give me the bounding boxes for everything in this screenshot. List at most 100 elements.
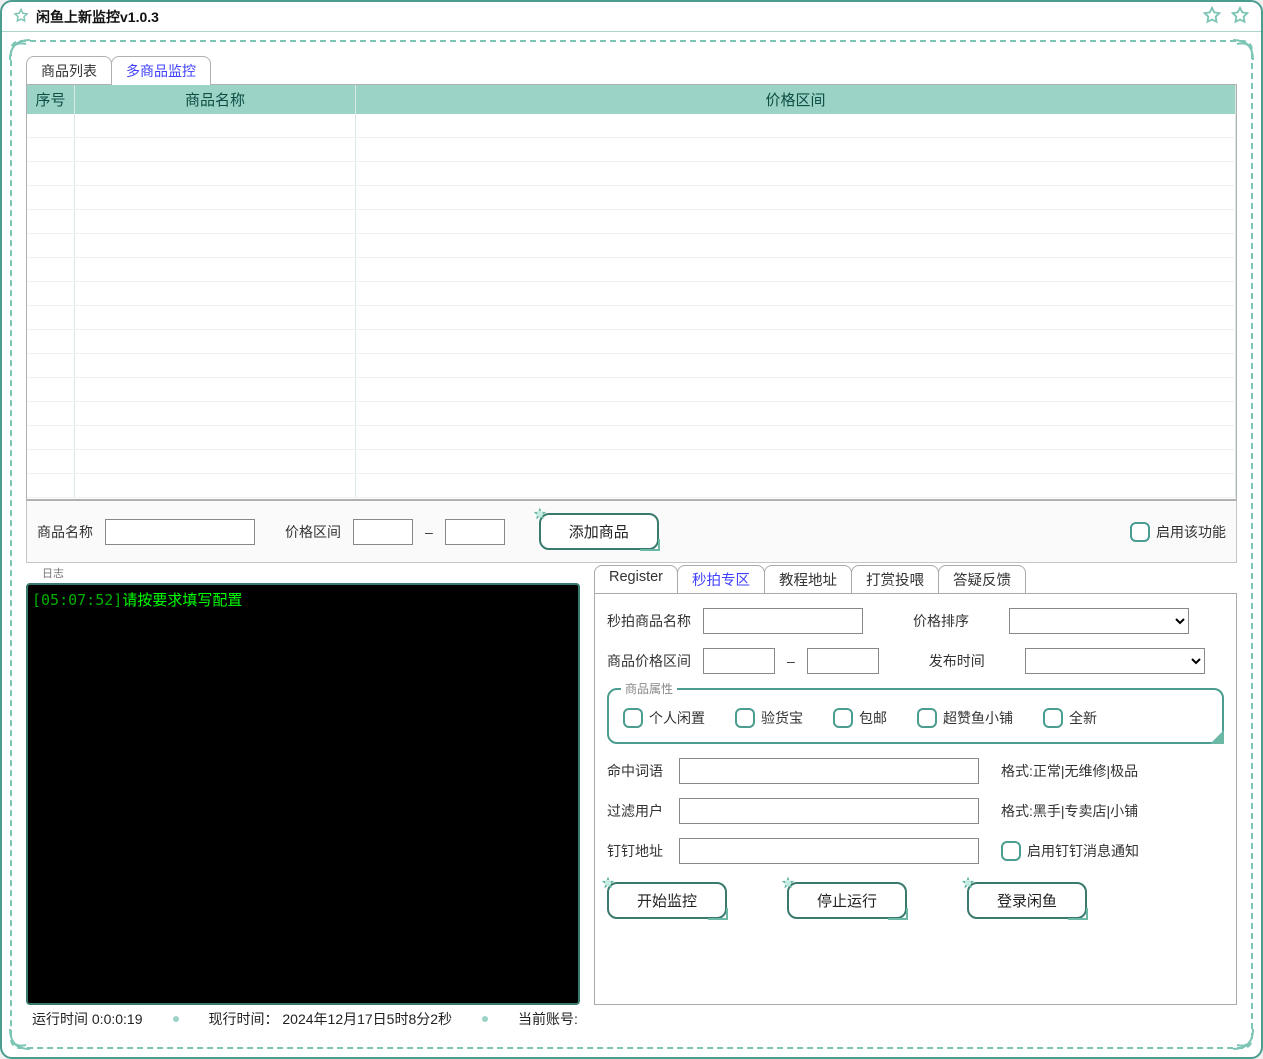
bottom-area: 日志 [05:07:52]请按要求填写配置 Register秒拍专区教程地址打赏… (26, 565, 1237, 1005)
sub-tab-2[interactable]: 教程地址 (764, 565, 852, 593)
table-row[interactable] (27, 186, 1236, 210)
table-row[interactable] (27, 234, 1236, 258)
runtime: 运行时间 0:0:0:19 (32, 1009, 143, 1029)
table-row[interactable] (27, 378, 1236, 402)
log-panel: 日志 [05:07:52]请按要求填写配置 (26, 565, 580, 1005)
sub-tab-4[interactable]: 答疑反馈 (938, 565, 1026, 593)
snap-price-min-input[interactable] (703, 648, 775, 674)
sub-tab-3[interactable]: 打赏投喂 (851, 565, 939, 593)
table-row[interactable] (27, 306, 1236, 330)
form-row-name: 秒拍商品名称 价格排序 (607, 608, 1224, 634)
filter-option-3[interactable]: 超赞鱼小铺 (917, 708, 1013, 728)
table-row[interactable] (27, 450, 1236, 474)
minimize-icon[interactable] (1201, 6, 1223, 28)
form-row-blocked: 过滤用户 格式:黑手|专卖店|小铺 (607, 798, 1224, 824)
table-row[interactable] (27, 426, 1236, 450)
form-row-dingding: 钉钉地址 启用钉钉消息通知 (607, 838, 1224, 864)
window-controls (1201, 6, 1251, 28)
add-bar: 商品名称 价格区间 – 添加商品 启用该功能 (26, 500, 1237, 563)
table-row[interactable] (27, 210, 1236, 234)
start-monitor-button[interactable]: 开始监控 (607, 882, 727, 919)
col-price[interactable]: 价格区间 (356, 85, 1236, 114)
table-row[interactable] (27, 330, 1236, 354)
product-table: 序号 商品名称 价格区间 (26, 84, 1237, 500)
now-value: 2024年12月17日5时8分2秒 (282, 1011, 452, 1027)
table-row[interactable] (27, 474, 1236, 498)
action-buttons: 开始监控 停止运行 登录闲鱼 (607, 882, 1224, 919)
checkbox-icon (917, 708, 937, 728)
log-section-label: 日志 (42, 565, 580, 581)
price-label: 价格区间 (285, 522, 341, 542)
table-row[interactable] (27, 162, 1236, 186)
table-row[interactable] (27, 402, 1236, 426)
col-index[interactable]: 序号 (27, 85, 75, 114)
product-name-input[interactable] (105, 519, 255, 545)
window-title: 闲鱼上新监控v1.0.3 (36, 7, 1201, 27)
form-row-price: 商品价格区间 – 发布时间 (607, 648, 1224, 674)
table-row[interactable] (27, 354, 1236, 378)
login-button[interactable]: 登录闲鱼 (967, 882, 1087, 919)
snap-price-label: 商品价格区间 (607, 651, 691, 671)
dingding-enable-label: 启用钉钉消息通知 (1027, 841, 1139, 861)
snap-name-label: 秒拍商品名称 (607, 611, 691, 631)
filter-option-1[interactable]: 验货宝 (735, 708, 803, 728)
enable-label: 启用该功能 (1156, 522, 1226, 542)
stop-button[interactable]: 停止运行 (787, 882, 907, 919)
filter-label: 包邮 (859, 708, 887, 728)
price-min-input[interactable] (353, 519, 413, 545)
checkbox-icon (1043, 708, 1063, 728)
table-body[interactable] (27, 114, 1236, 499)
price-max-input[interactable] (445, 519, 505, 545)
sub-tab-1[interactable]: 秒拍专区 (677, 565, 765, 593)
filter-option-0[interactable]: 个人闲置 (623, 708, 705, 728)
tab-0[interactable]: 商品列表 (26, 56, 112, 85)
col-name[interactable]: 商品名称 (75, 85, 356, 114)
blocked-input[interactable] (679, 798, 979, 824)
separator-icon (173, 1016, 179, 1022)
runtime-value: 0:0:0:19 (92, 1011, 143, 1027)
checkbox-icon (833, 708, 853, 728)
add-product-button[interactable]: 添加商品 (539, 513, 659, 550)
table-row[interactable] (27, 282, 1236, 306)
keyword-input[interactable] (679, 758, 979, 784)
log-line: [05:07:52]请按要求填写配置 (32, 589, 574, 610)
tab-1[interactable]: 多商品监控 (111, 56, 211, 85)
filter-label: 个人闲置 (649, 708, 705, 728)
runtime-label: 运行时间 (32, 1011, 88, 1027)
decoration-icon (1225, 1027, 1255, 1051)
close-icon[interactable] (1229, 6, 1251, 28)
enable-feature-checkbox[interactable]: 启用该功能 (1130, 522, 1226, 542)
separator-icon (482, 1016, 488, 1022)
top-tabs: 商品列表多商品监控 (26, 56, 1237, 85)
sub-tab-0[interactable]: Register (594, 565, 678, 593)
log-console[interactable]: [05:07:52]请按要求填写配置 (26, 583, 580, 1005)
dash: – (787, 653, 795, 669)
snap-price-max-input[interactable] (807, 648, 879, 674)
filter-label: 全新 (1069, 708, 1097, 728)
dingding-input[interactable] (679, 838, 979, 864)
now-label: 现行时间： (209, 1011, 279, 1027)
checkbox-icon (1130, 522, 1150, 542)
snap-name-input[interactable] (703, 608, 863, 634)
table-row[interactable] (27, 138, 1236, 162)
dingding-enable-checkbox[interactable]: 启用钉钉消息通知 (1001, 841, 1139, 861)
time-select[interactable] (1025, 648, 1205, 674)
account-label: 当前账号: (518, 1009, 578, 1029)
table-row[interactable] (27, 258, 1236, 282)
decoration-icon (8, 38, 38, 62)
time-label: 发布时间 (929, 651, 1013, 671)
sort-select[interactable] (1009, 608, 1189, 634)
statusbar: 运行时间 0:0:0:19 现行时间： 2024年12月17日5时8分2秒 当前… (26, 1005, 1237, 1033)
right-body: 秒拍商品名称 价格排序 商品价格区间 – 发布时间 (594, 593, 1237, 1005)
app-window: 闲鱼上新监控v1.0.3 商品列表多商品监控 序号 (0, 0, 1263, 1059)
right-panel: Register秒拍专区教程地址打赏投喂答疑反馈 秒拍商品名称 价格排序 商品价… (594, 565, 1237, 1005)
filter-option-2[interactable]: 包邮 (833, 708, 887, 728)
checkbox-icon (623, 708, 643, 728)
dingding-label: 钉钉地址 (607, 841, 667, 861)
decoration-icon (1225, 38, 1255, 62)
table-row[interactable] (27, 114, 1236, 138)
filter-option-4[interactable]: 全新 (1043, 708, 1097, 728)
filter-label: 超赞鱼小铺 (943, 708, 1013, 728)
name-label: 商品名称 (37, 522, 93, 542)
now: 现行时间： 2024年12月17日5时8分2秒 (209, 1009, 453, 1029)
